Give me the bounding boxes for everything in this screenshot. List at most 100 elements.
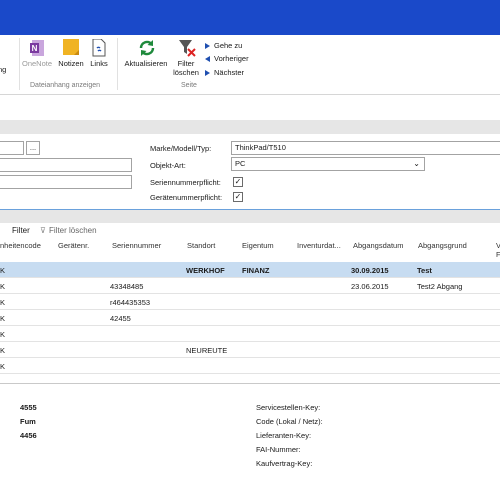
chevron-down-icon: ⌄: [413, 159, 420, 168]
col-header-cut[interactable]: V: [496, 241, 500, 250]
links-label: Links: [90, 59, 108, 68]
cell-abgangsdatum: 23.06.2015: [351, 282, 389, 291]
ribbon-separator: [117, 38, 118, 90]
cell-abgangsgrund: Test: [417, 266, 432, 275]
col-header-cut-2: F: [496, 250, 500, 259]
links-button[interactable]: Links: [88, 38, 110, 68]
ribbon-separator: [19, 38, 20, 90]
cell-standort: WERKHOF: [186, 266, 225, 275]
col-header-seriennummer[interactable]: Seriennummer: [112, 241, 161, 250]
filter-button[interactable]: Filter: [12, 226, 30, 235]
triangle-left-icon: [205, 56, 210, 63]
notes-icon: [63, 39, 79, 57]
cell-abgangsdatum: 30.09.2015: [351, 266, 389, 275]
cell-standort: NEUREUTE: [186, 346, 228, 355]
table-row[interactable]: K: [0, 326, 500, 342]
gehe-zu-label: Gehe zu: [214, 41, 243, 50]
aktualisieren-label: Aktualisieren: [124, 59, 168, 68]
detail-value-3: 4456: [20, 431, 37, 440]
table-row[interactable]: K 42455: [0, 310, 500, 326]
col-header-geraetenr[interactable]: Gerätenr.: [58, 241, 89, 250]
onenote-button[interactable]: N OneNote: [22, 39, 52, 68]
left-field-1[interactable]: [0, 158, 132, 172]
clear-filter-small-icon: ⊽: [40, 226, 46, 235]
naechster-label: Nächster: [214, 68, 245, 77]
filter-label-line2: löschen: [173, 68, 199, 77]
kaufvertrag-key-label: Kaufvertrag-Key:: [256, 459, 313, 468]
table-row[interactable]: K: [0, 358, 500, 374]
objekt-art-label: Objekt-Art:: [150, 161, 186, 170]
arrow-right-icon: [205, 43, 210, 50]
section-header-band: [0, 120, 500, 134]
col-header-eigentum[interactable]: Eigentum: [242, 241, 274, 250]
window-title-bar: [0, 0, 500, 35]
geraetenummerpflicht-label: Gerätenummerpflicht:: [150, 193, 223, 202]
vorheriger-link[interactable]: Vorheriger: [205, 53, 249, 65]
group-label-seite: Seite: [181, 82, 197, 89]
geraetenummerpflicht-checkbox[interactable]: ✓: [233, 192, 243, 202]
cell-serial: r464435353: [110, 298, 151, 307]
cell-serial: 43348485: [110, 282, 144, 291]
objekt-art-select[interactable]: PC ⌄: [231, 157, 425, 171]
seriennummerpflicht-checkbox[interactable]: ✓: [233, 177, 243, 187]
browse-button[interactable]: ...: [26, 141, 40, 155]
link-document-icon: [91, 38, 107, 57]
browse-button-label: ...: [29, 143, 37, 152]
table-row[interactable]: K WERKHOF FINANZ 30.09.2015 Test: [0, 262, 500, 278]
lieferanten-key-label: Lieferanten-Key:: [256, 431, 312, 440]
onenote-icon: N: [29, 39, 45, 57]
col-header-einheitencode[interactable]: nheitencode: [0, 241, 41, 250]
grid-filter-bar: Filter ⊽ Filter löschen: [0, 225, 500, 237]
clear-filter-icon: [178, 39, 196, 57]
left-code-field[interactable]: [0, 141, 24, 155]
naechster-link[interactable]: Nächster: [205, 67, 244, 79]
filter-loeschen-link[interactable]: Filter löschen: [49, 226, 97, 235]
marke-label: Marke/Modell/Typ:: [150, 144, 212, 153]
onenote-label: OneNote: [22, 59, 53, 68]
grid-header: nheitencode Gerätenr. Seriennummer Stand…: [0, 238, 500, 262]
ribbon-cut-button[interactable]: ng: [0, 65, 6, 74]
col-header-abgangsdatum[interactable]: Abgangsdatum: [353, 241, 403, 250]
cell-serial: 42455: [110, 314, 131, 323]
table-row[interactable]: K r464435353: [0, 294, 500, 310]
cell-code: K: [0, 298, 6, 307]
refresh-icon: [138, 39, 155, 57]
cell-code: K: [0, 362, 6, 371]
cell-code: K: [0, 314, 6, 323]
cell-code: K: [0, 330, 6, 339]
notizen-label: Notizen: [58, 59, 84, 68]
cell-eigentum: FINANZ: [242, 266, 270, 275]
cell-abgangsgrund: Test2 Abgang: [417, 282, 463, 291]
group-label-dateianhang: Dateianhang anzeigen: [30, 82, 101, 89]
marke-field[interactable]: ThinkPad/T510: [231, 141, 500, 155]
code-lokal-netz-label: Code (Lokal / Netz):: [256, 417, 323, 426]
detail-value-1: 4555: [20, 403, 37, 412]
filter-loeschen-button[interactable]: Filter löschen: [171, 39, 201, 77]
objekt-art-value: PC: [235, 159, 246, 168]
table-row[interactable]: K NEUREUTE: [0, 342, 500, 358]
cell-code: K: [0, 346, 6, 355]
ribbon-gap: [0, 96, 500, 120]
cell-code: K: [0, 266, 6, 275]
aktualisieren-button[interactable]: Aktualisieren: [121, 39, 171, 68]
filter-label-line1: Filter: [177, 59, 195, 68]
vorheriger-label: Vorheriger: [214, 54, 249, 63]
col-header-abgangsgrund[interactable]: Abgangsgrund: [418, 241, 467, 250]
col-header-inventurdatum[interactable]: Inventurdat...: [297, 241, 341, 250]
col-header-standort[interactable]: Standort: [187, 241, 215, 250]
ribbon: ng N OneNote Notizen Links Dateianhang a…: [0, 35, 500, 95]
notizen-button[interactable]: Notizen: [56, 39, 86, 68]
servicestellen-key-label: Servicestellen-Key:: [256, 403, 321, 412]
ribbon-cut-label: ng: [0, 65, 7, 74]
cell-code: K: [0, 282, 6, 291]
fai-nummer-label: FAI-Nummer:: [256, 445, 301, 454]
grid-bottom-divider: [0, 383, 500, 384]
triangle-right-icon: [205, 70, 210, 77]
detail-value-2: Fum: [20, 417, 36, 426]
svg-text:N: N: [32, 44, 38, 53]
seriennummerpflicht-label: Seriennummerpflicht:: [150, 178, 221, 187]
table-row[interactable]: K 43348485 23.06.2015 Test2 Abgang: [0, 278, 500, 294]
gehe-zu-link[interactable]: Gehe zu: [205, 40, 242, 52]
section-header-band-2: [0, 209, 500, 223]
left-field-2[interactable]: [0, 175, 132, 189]
